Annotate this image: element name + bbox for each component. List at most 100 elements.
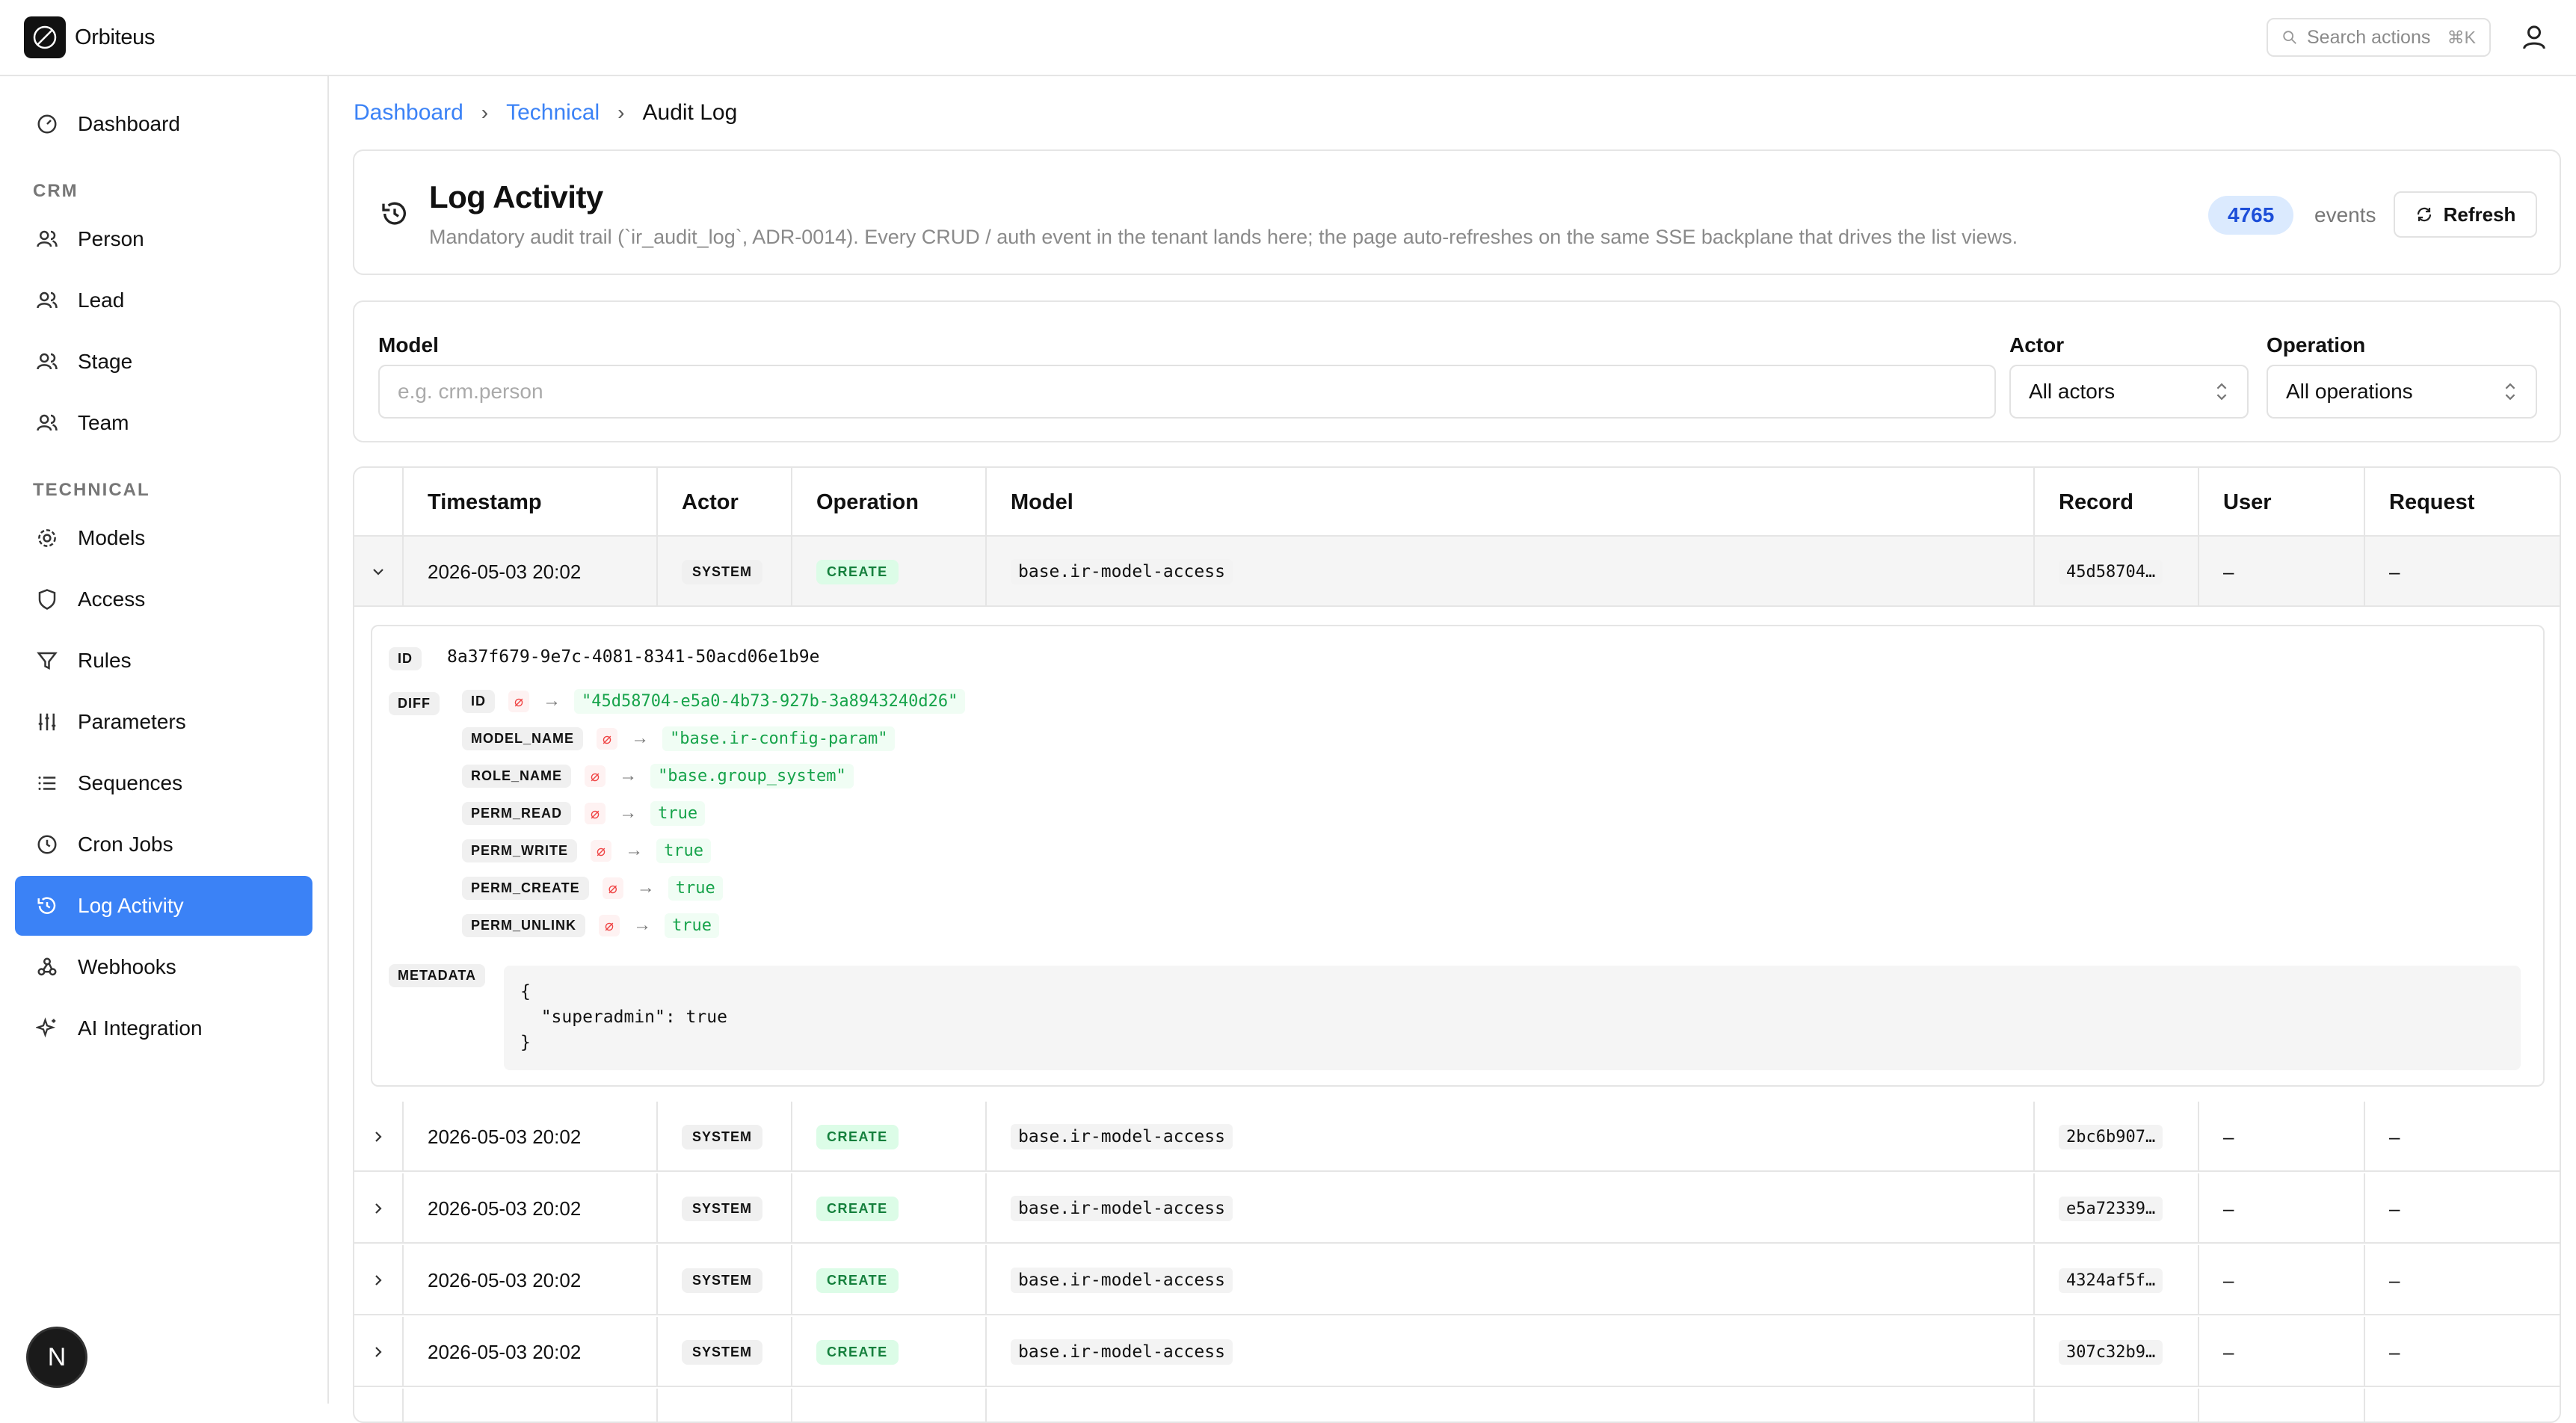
sidebar-item-person[interactable]: Person: [15, 209, 312, 269]
diff-line: PERM_WRITE ⌀ → true: [462, 836, 712, 865]
cell-record: e5a72339…: [2035, 1173, 2199, 1244]
detail-id-tag: ID: [389, 647, 422, 670]
model-chip: base.ir-model-access: [1011, 1196, 1233, 1221]
sidebar-item-lead[interactable]: Lead: [15, 271, 312, 330]
sidebar-item-team[interactable]: Team: [15, 393, 312, 453]
sidebar-item-stage[interactable]: Stage: [15, 332, 312, 392]
webhook-icon: [37, 957, 57, 976]
row-toggle[interactable]: [354, 1245, 404, 1315]
page-title: Log Activity: [429, 179, 603, 214]
breadcrumb: Dashboard › Technical › Audit Log: [354, 100, 737, 126]
dev-indicator-badge[interactable]: N: [28, 1329, 85, 1386]
sidebar-item-models[interactable]: Models: [15, 508, 312, 568]
null-value: ⌀: [508, 690, 530, 712]
page-header-card: Log Activity Mandatory audit trail (`ir_…: [353, 149, 2561, 275]
cell-actor: SYSTEM: [658, 1173, 792, 1244]
diff-field: ROLE_NAME: [462, 764, 572, 788]
cell-partial: [2035, 1389, 2199, 1422]
sliders-icon: [38, 713, 56, 731]
users-icon: [37, 230, 58, 247]
column-header-record[interactable]: Record: [2035, 468, 2199, 537]
table-row[interactable]: 2026-05-03 20:02 SYSTEM CREATE base.ir-m…: [354, 1317, 2560, 1387]
cell-request: –: [2389, 560, 2400, 583]
list-icon: [38, 777, 56, 790]
operation-badge: CREATE: [816, 1124, 899, 1149]
table-row[interactable]: 2026-05-03 20:02 SYSTEM CREATE base.ir-m…: [354, 537, 2560, 607]
sidebar-item-parameters[interactable]: Parameters: [15, 692, 312, 752]
sidebar-item-dashboard[interactable]: Dashboard: [15, 94, 312, 154]
cell-timestamp: 2026-05-03 20:02: [404, 1102, 658, 1172]
sidebar-item-sequences[interactable]: Sequences: [15, 753, 312, 813]
row-toggle[interactable]: [354, 537, 404, 607]
cell-partial: [404, 1389, 658, 1422]
sidebar-item-label: Log Activity: [78, 894, 184, 917]
sidebar-item-label: Team: [78, 411, 129, 434]
row-toggle[interactable]: [354, 1173, 404, 1244]
actor-badge: SYSTEM: [682, 1196, 763, 1221]
column-header-actor[interactable]: Actor: [658, 468, 792, 537]
user-icon[interactable]: [2519, 22, 2549, 52]
sidebar-item-rules[interactable]: Rules: [15, 631, 312, 691]
row-toggle[interactable]: [354, 1102, 404, 1172]
breadcrumb-technical[interactable]: Technical: [506, 100, 600, 126]
cell-request: –: [2389, 1340, 2400, 1363]
cell-model: base.ir-model-access: [987, 1245, 2035, 1315]
users-icon: [37, 291, 58, 309]
table-row[interactable]: 2026-05-03 20:02 SYSTEM CREATE base.ir-m…: [354, 1245, 2560, 1315]
arrow-right-icon: →: [543, 691, 561, 711]
model-filter-input[interactable]: e.g. crm.person: [378, 365, 1996, 419]
search-input[interactable]: Search actions ⌘K: [2267, 18, 2491, 57]
cell-partial: [2199, 1389, 2365, 1422]
sidebar-item-access[interactable]: Access: [15, 569, 312, 629]
diff-field: PERM_READ: [462, 801, 572, 825]
column-header-model[interactable]: Model: [987, 468, 2035, 537]
sidebar-item-label: AI Integration: [78, 1016, 203, 1040]
arrow-right-icon: →: [625, 840, 644, 860]
sidebar-item-label: Lead: [78, 288, 125, 312]
refresh-button[interactable]: Refresh: [2394, 191, 2537, 238]
cell-model: base.ir-model-access: [987, 1173, 2035, 1244]
column-header-request[interactable]: Request: [2365, 468, 2560, 537]
column-header-operation[interactable]: Operation: [792, 468, 987, 537]
actor-filter-label: Actor: [2009, 333, 2065, 356]
table-row-partial: [354, 1389, 2560, 1422]
diff-new-value: true: [650, 800, 706, 826]
model-chip: base.ir-model-access: [1011, 1124, 1233, 1149]
sidebar-section-crm: CRM: [33, 181, 78, 201]
diff-new-value: true: [656, 838, 712, 863]
sidebar-item-webhooks[interactable]: Webhooks: [15, 937, 312, 997]
sidebar-item-ai-integration[interactable]: AI Integration: [15, 998, 312, 1058]
cell-user: –: [2199, 1317, 2365, 1387]
detail-id-value: 8a37f679-9e7c-4081-8341-50acd06e1b9e: [447, 647, 820, 667]
cell-operation: CREATE: [792, 1245, 987, 1315]
column-header-timestamp[interactable]: Timestamp: [404, 468, 658, 537]
column-header-user[interactable]: User: [2199, 468, 2365, 537]
chevron-up-down-icon: [2216, 383, 2227, 401]
record-chip: 307c32b9…: [2059, 1339, 2163, 1365]
sidebar-item-cron-jobs[interactable]: Cron Jobs: [15, 815, 312, 874]
operation-badge: CREATE: [816, 1268, 899, 1293]
breadcrumb-dashboard[interactable]: Dashboard: [354, 100, 463, 126]
chevron-right-icon: ›: [617, 101, 625, 124]
refresh-icon: [2417, 207, 2431, 222]
app-logo[interactable]: [24, 16, 66, 58]
shield-icon: [38, 589, 56, 610]
sidebar-item-label: Rules: [78, 649, 132, 672]
cell-timestamp: 2026-05-03 20:02: [404, 1317, 658, 1387]
diff-field: MODEL_NAME: [462, 726, 584, 750]
actor-filter-select[interactable]: All actors: [2009, 365, 2249, 419]
cell-user: –: [2199, 537, 2365, 607]
record-chip: 45d58704…: [2059, 559, 2163, 584]
table-row[interactable]: 2026-05-03 20:02 SYSTEM CREATE base.ir-m…: [354, 1102, 2560, 1172]
filter-card: Model e.g. crm.person Actor All actors O…: [353, 300, 2561, 442]
diff-new-value: "base.ir-config-param": [662, 726, 896, 751]
table-row[interactable]: 2026-05-03 20:02 SYSTEM CREATE base.ir-m…: [354, 1173, 2560, 1244]
sidebar-item-log-activity[interactable]: Log Activity: [15, 876, 312, 936]
row-toggle[interactable]: [354, 1317, 404, 1387]
operation-filter-select[interactable]: All operations: [2267, 365, 2537, 419]
cell-timestamp: 2026-05-03 20:02: [404, 1173, 658, 1244]
cell-operation: CREATE: [792, 1173, 987, 1244]
chevron-right-icon: [375, 1347, 382, 1357]
sidebar-item-label: Cron Jobs: [78, 833, 173, 856]
diff-line: PERM_READ ⌀ → true: [462, 798, 706, 828]
